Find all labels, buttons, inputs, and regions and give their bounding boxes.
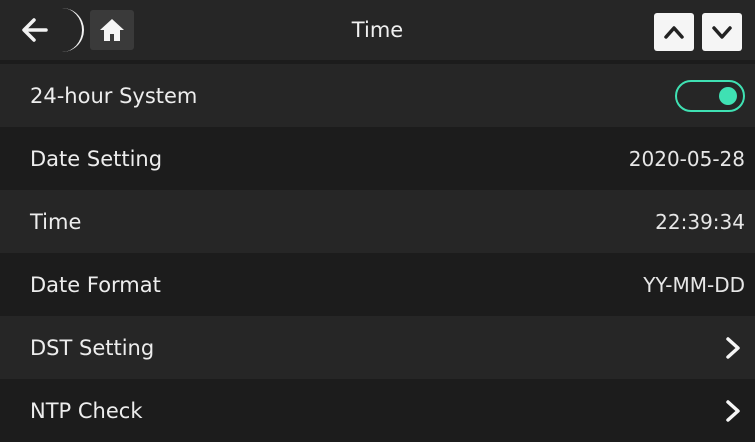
chevron-down-icon [712,26,732,39]
back-arrow-icon [22,18,48,42]
row-label: Date Format [30,272,161,297]
row-label: DST Setting [30,335,155,360]
toggle-knob [719,86,737,105]
row-date-format[interactable]: Date Format YY-MM-DD [0,253,755,316]
chevron-up-icon [664,26,684,39]
row-label: NTP Check [30,398,143,423]
home-icon [100,19,124,41]
row-dst-setting[interactable]: DST Setting [0,316,755,379]
row-label: 24-hour System [30,83,198,108]
page-up-button[interactable] [654,13,694,51]
chevron-right-icon [726,399,740,422]
row-time[interactable]: Time 22:39:34 [0,190,755,253]
page-down-button[interactable] [702,13,742,51]
row-label: Date Setting [30,146,163,171]
time-value: 22:39:34 [655,209,745,234]
chevron-right-icon [726,336,740,359]
date-format-value: YY-MM-DD [643,272,745,297]
24-hour-toggle[interactable] [675,79,745,112]
back-button[interactable] [8,8,84,52]
row-ntp-check[interactable]: NTP Check [0,379,755,442]
time-settings-screen: Time 24-hour System Date Setting 2020-05… [0,0,755,442]
row-24-hour-system[interactable]: 24-hour System [0,64,755,127]
row-label: Time [30,209,82,234]
date-value: 2020-05-28 [628,146,745,171]
settings-list: 24-hour System Date Setting 2020-05-28 T… [0,64,755,442]
header-bar: Time [0,0,755,60]
home-button[interactable] [90,10,134,50]
row-date-setting[interactable]: Date Setting 2020-05-28 [0,127,755,190]
